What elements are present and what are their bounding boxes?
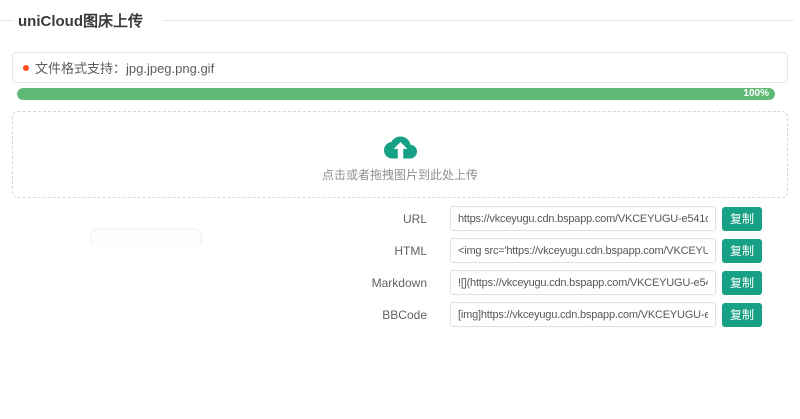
alert-message: 文件格式支持：jpg.jpeg.png.gif (35, 58, 214, 77)
result-row-bbcode: BBCode 复制 (0, 302, 800, 327)
page-header: uniCloud图床上传 (0, 12, 800, 29)
alert-dot-icon (23, 65, 29, 71)
html-input[interactable] (450, 238, 716, 263)
page-title: uniCloud图床上传 (14, 10, 147, 31)
copy-url-button[interactable]: 复制 (722, 207, 762, 231)
bbcode-label: BBCode (0, 308, 427, 322)
result-row-markdown: Markdown 复制 (0, 270, 800, 295)
html-label: HTML (0, 244, 427, 258)
upload-preview-ghost (90, 228, 202, 244)
copy-bbcode-button[interactable]: 复制 (722, 303, 762, 327)
url-input[interactable] (450, 206, 716, 231)
bbcode-input[interactable] (450, 302, 716, 327)
upload-dropzone[interactable]: 点击或者拖拽图片到此处上传 (12, 111, 788, 198)
copy-markdown-button[interactable]: 复制 (722, 271, 762, 295)
upload-progress-bar: 100% (17, 88, 775, 100)
markdown-input[interactable] (450, 270, 716, 295)
url-label: URL (0, 212, 427, 226)
upload-hint-text: 点击或者拖拽图片到此处上传 (322, 166, 478, 183)
upload-progress-percent: 100% (743, 88, 775, 100)
markdown-label: Markdown (0, 276, 427, 290)
upload-progress-fill: 100% (17, 88, 775, 100)
result-links-form: URL 复制 HTML 复制 Markdown 复制 BBCode 复制 (0, 206, 800, 327)
cloud-upload-icon (384, 136, 417, 159)
format-alert: 文件格式支持：jpg.jpeg.png.gif (12, 52, 788, 83)
header-divider (163, 20, 794, 21)
copy-html-button[interactable]: 复制 (722, 239, 762, 263)
